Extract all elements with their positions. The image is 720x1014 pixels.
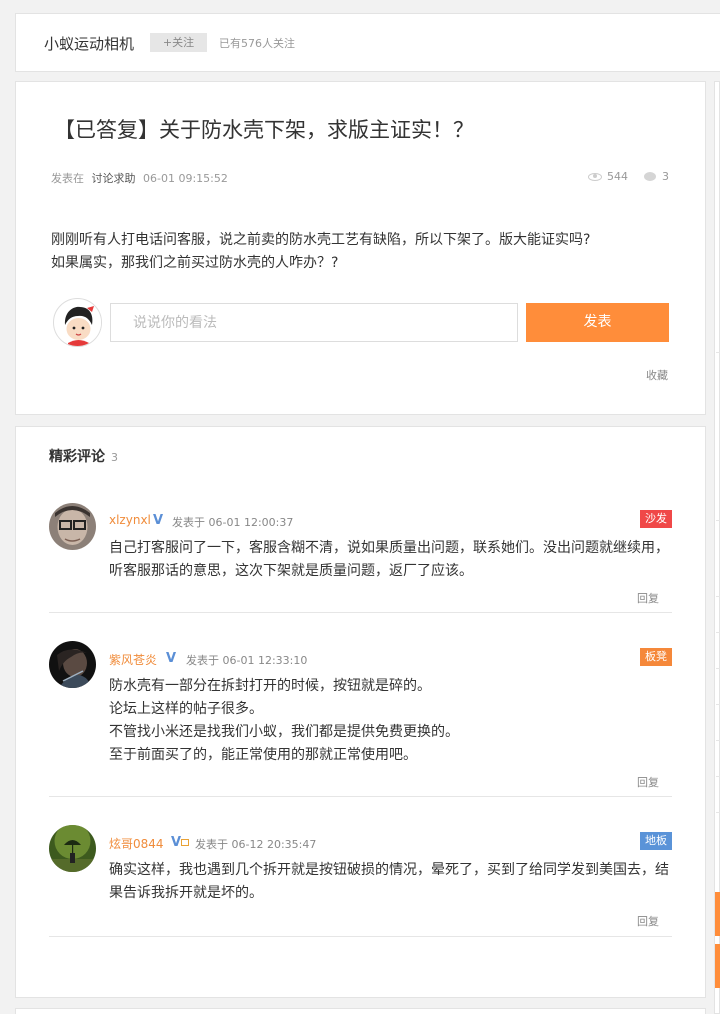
comment-text-line: 不管找小米还是找我们小蚁，我们都是提供免费更换的。 — [109, 724, 459, 740]
current-user-avatar[interactable] — [53, 298, 102, 347]
comment-item: xlzynxl V 发表于 06-01 12:00:37 沙发 自己打客服问了一… — [49, 503, 672, 613]
sidebar-orange-button[interactable] — [715, 892, 720, 936]
vip-badge-icon: V — [171, 835, 190, 850]
vip-badge-letter: V — [171, 835, 182, 850]
next-section-card — [15, 1008, 706, 1014]
channel-header: 小蚁运动相机 +关注 已有576人关注 — [15, 13, 720, 72]
follow-button[interactable]: +关注 — [150, 33, 207, 52]
sidebar-divider — [716, 668, 720, 669]
comment-text-line: 论坛上这样的帖子很多。 — [109, 701, 263, 717]
vip-badge-icon: V — [153, 513, 164, 528]
user-avatar[interactable] — [49, 503, 96, 550]
comment-username[interactable]: 紫风苍炎 — [109, 651, 157, 668]
posted-label: 发表于 — [186, 654, 219, 667]
post-category-link[interactable]: 讨论求助 — [92, 172, 136, 185]
comment-meta: 发表于 06-12 20:35:47 — [195, 836, 316, 852]
floor-badge: 板凳 — [640, 648, 672, 666]
reply-link[interactable]: 回复 — [637, 590, 659, 606]
comment-datetime: 06-12 20:35:47 — [231, 838, 317, 851]
collect-link[interactable]: 收藏 — [646, 367, 668, 383]
reply-link[interactable]: 回复 — [637, 774, 659, 790]
eye-icon — [588, 172, 602, 181]
post-card: 【已答复】关于防水壳下架，求版主证实！？ 发表在 讨论求助 06-01 09:1… — [15, 81, 706, 415]
post-body: 刚刚听有人打电话问客服，说之前卖的防水壳工艺有缺陷，所以下架了。版大能证实吗? … — [51, 229, 590, 275]
comment-username[interactable]: 炫哥0844 — [109, 835, 164, 852]
sidebar-divider — [716, 812, 720, 813]
comment-bubble-icon — [644, 172, 656, 181]
post-meta: 发表在 讨论求助 06-01 09:15:52 — [51, 170, 228, 186]
view-count: 544 — [607, 170, 628, 183]
vip-level-icon — [181, 839, 190, 846]
sidebar-divider — [716, 704, 720, 705]
comments-card: 精彩评论 3 xlzynxl V 发表于 06-01 12:00:37 沙发 自己… — [15, 426, 706, 998]
sidebar-divider — [716, 740, 720, 741]
user-avatar[interactable] — [49, 825, 96, 872]
floor-badge: 沙发 — [640, 510, 672, 528]
comment-text: 防水壳有一部分在拆封打开的时候，按钮就是碎的。 论坛上这样的帖子很多。 不管找小… — [109, 675, 672, 767]
post-body-line: 刚刚听有人打电话问客服，说之前卖的防水壳工艺有缺陷，所以下架了。版大能证实吗? — [51, 232, 591, 248]
post-title: 【已答复】关于防水壳下架，求版主证实！？ — [54, 118, 474, 142]
sidebar-divider — [716, 596, 720, 597]
comment-datetime: 06-01 12:33:10 — [222, 654, 308, 667]
comment-item: 紫风苍炎 V 发表于 06-01 12:33:10 板凳 防水壳有一部分在拆封打… — [49, 641, 672, 797]
comments-count: 3 — [111, 451, 118, 464]
posted-label: 发表于 — [195, 838, 228, 851]
comment-text: 自己打客服问了一下，客服含糊不清，说如果质量出问题，联系她们。没出问题就继续用，… — [109, 540, 669, 579]
posted-in-label: 发表在 — [51, 172, 84, 185]
user-avatar[interactable] — [49, 641, 96, 688]
reply-count: 3 — [662, 170, 669, 183]
comments-heading-label: 精彩评论 — [49, 449, 105, 465]
comment-meta: 发表于 06-01 12:00:37 — [172, 514, 293, 530]
follower-count: 已有576人关注 — [219, 37, 295, 50]
post-datetime: 06-01 09:15:52 — [143, 172, 228, 185]
vip-badge-icon: V — [166, 651, 177, 666]
posted-label: 发表于 — [172, 516, 205, 529]
comment-meta: 发表于 06-01 12:33:10 — [186, 652, 307, 668]
comment-item: 炫哥0844 V 发表于 06-12 20:35:47 地板 确实这样，我也遇到… — [49, 825, 672, 937]
submit-button[interactable]: 发表 — [526, 303, 669, 342]
comment-datetime: 06-01 12:00:37 — [208, 516, 294, 529]
comment-text-line: 至于前面买了的，能正常使用的那就正常使用吧。 — [109, 747, 417, 763]
floor-badge: 地板 — [640, 832, 672, 850]
sidebar-orange-button[interactable] — [715, 944, 720, 988]
right-sidebar — [714, 81, 720, 1014]
reply-input[interactable] — [110, 303, 518, 342]
post-stats: 544 3 — [588, 170, 669, 183]
comment-username[interactable]: xlzynxl — [109, 513, 151, 527]
channel-name[interactable]: 小蚁运动相机 — [44, 33, 134, 54]
sidebar-divider — [716, 776, 720, 777]
comment-text-line: 防水壳有一部分在拆封打开的时候，按钮就是碎的。 — [109, 678, 431, 694]
comments-heading: 精彩评论 3 — [49, 446, 118, 466]
sidebar-divider — [716, 520, 720, 521]
sidebar-divider — [716, 632, 720, 633]
reply-link[interactable]: 回复 — [637, 913, 659, 929]
post-body-line: 如果属实，那我们之前买过防水壳的人咋办？? — [51, 255, 339, 271]
sidebar-divider — [716, 352, 720, 353]
comment-text: 确实这样，我也遇到几个拆开就是按钮破损的情况，晕死了，买到了给同学发到美国去，结… — [109, 862, 669, 901]
